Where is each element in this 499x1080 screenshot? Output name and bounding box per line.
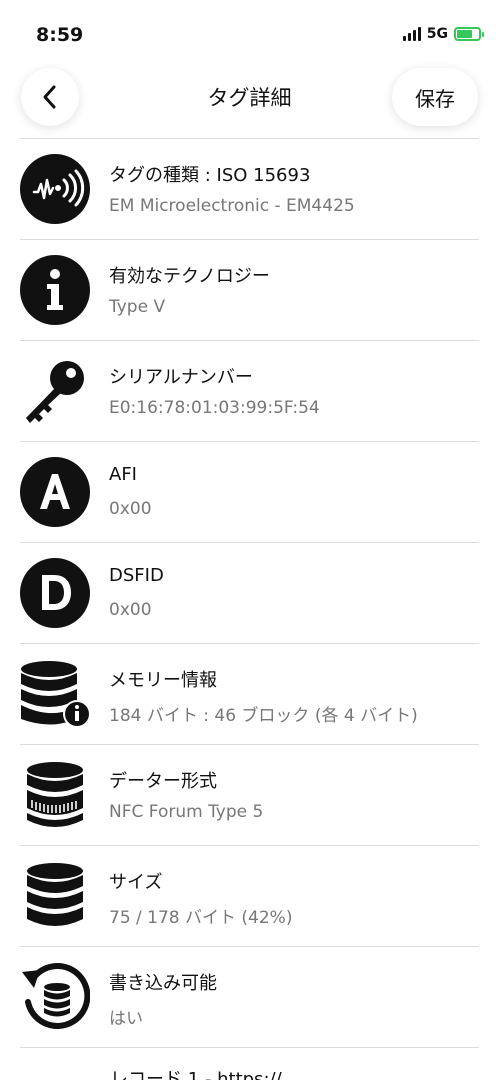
- cellular-signal-icon: [402, 27, 421, 41]
- nfc-tag-icon: [20, 154, 90, 224]
- row-title: メモリー情報: [109, 670, 217, 691]
- database-info-icon: [20, 659, 90, 729]
- info-icon: [20, 255, 90, 325]
- list-item-serial-number[interactable]: シリアルナンバー E0:16:78:01:03:99:5F:54: [20, 341, 479, 442]
- network-type: 5G: [426, 26, 448, 42]
- record-row-title[interactable]: レコード 1 - https://: [110, 1065, 282, 1080]
- row-title: 書き込み可能: [109, 973, 217, 994]
- status-time: 8:59: [36, 24, 84, 46]
- battery-charging-icon: [454, 27, 484, 41]
- row-title: タグの種類 : ISO 15693: [109, 165, 311, 186]
- row-value: はい: [109, 1009, 143, 1029]
- list-item-technology[interactable]: 有効なテクノロジー Type V: [20, 240, 479, 341]
- database-refresh-icon: [20, 962, 90, 1032]
- list-item-dsfid[interactable]: DSFID 0x00: [20, 543, 479, 644]
- status-bar: 8:59 5G: [0, 0, 499, 60]
- row-title: サイズ: [109, 872, 163, 893]
- database-format-icon: [20, 760, 90, 830]
- list-item-writable[interactable]: 書き込み可能 はい: [20, 947, 479, 1048]
- row-title: シリアルナンバー: [109, 367, 253, 388]
- list-item-memory-info[interactable]: メモリー情報 184 バイト : 46 ブロック (各 4 バイト): [20, 644, 479, 745]
- nav-bar: タグ詳細 保存: [0, 60, 499, 138]
- row-value: Type V: [109, 297, 166, 317]
- row-value: EM Microelectronic - EM4425: [109, 196, 355, 216]
- row-title: データー形式: [109, 771, 217, 792]
- letter-d-icon: [20, 558, 90, 628]
- row-value: 75 / 178 バイト (42%): [109, 908, 293, 928]
- row-value: 0x00: [109, 499, 152, 519]
- row-title: AFI: [109, 464, 137, 485]
- row-value: NFC Forum Type 5: [109, 802, 264, 822]
- list-item-data-format[interactable]: データー形式 NFC Forum Type 5: [20, 745, 479, 846]
- key-icon: [20, 356, 90, 426]
- tag-detail-list: タグの種類 : ISO 15693 EM Microelectronic - E…: [0, 139, 499, 1048]
- row-value: 184 バイト : 46 ブロック (各 4 バイト): [109, 706, 418, 726]
- row-title: 有効なテクノロジー: [109, 266, 270, 287]
- row-value: 0x00: [109, 600, 152, 620]
- letter-a-icon: [20, 457, 90, 527]
- list-item-size[interactable]: サイズ 75 / 178 バイト (42%): [20, 846, 479, 947]
- list-item-tag-type[interactable]: タグの種類 : ISO 15693 EM Microelectronic - E…: [20, 139, 479, 240]
- list-item-afi[interactable]: AFI 0x00: [20, 442, 479, 543]
- row-title: DSFID: [109, 565, 164, 586]
- status-indicators: 5G: [402, 26, 484, 42]
- database-icon: [20, 861, 90, 931]
- save-button[interactable]: 保存: [392, 68, 478, 126]
- row-value: E0:16:78:01:03:99:5F:54: [109, 398, 320, 418]
